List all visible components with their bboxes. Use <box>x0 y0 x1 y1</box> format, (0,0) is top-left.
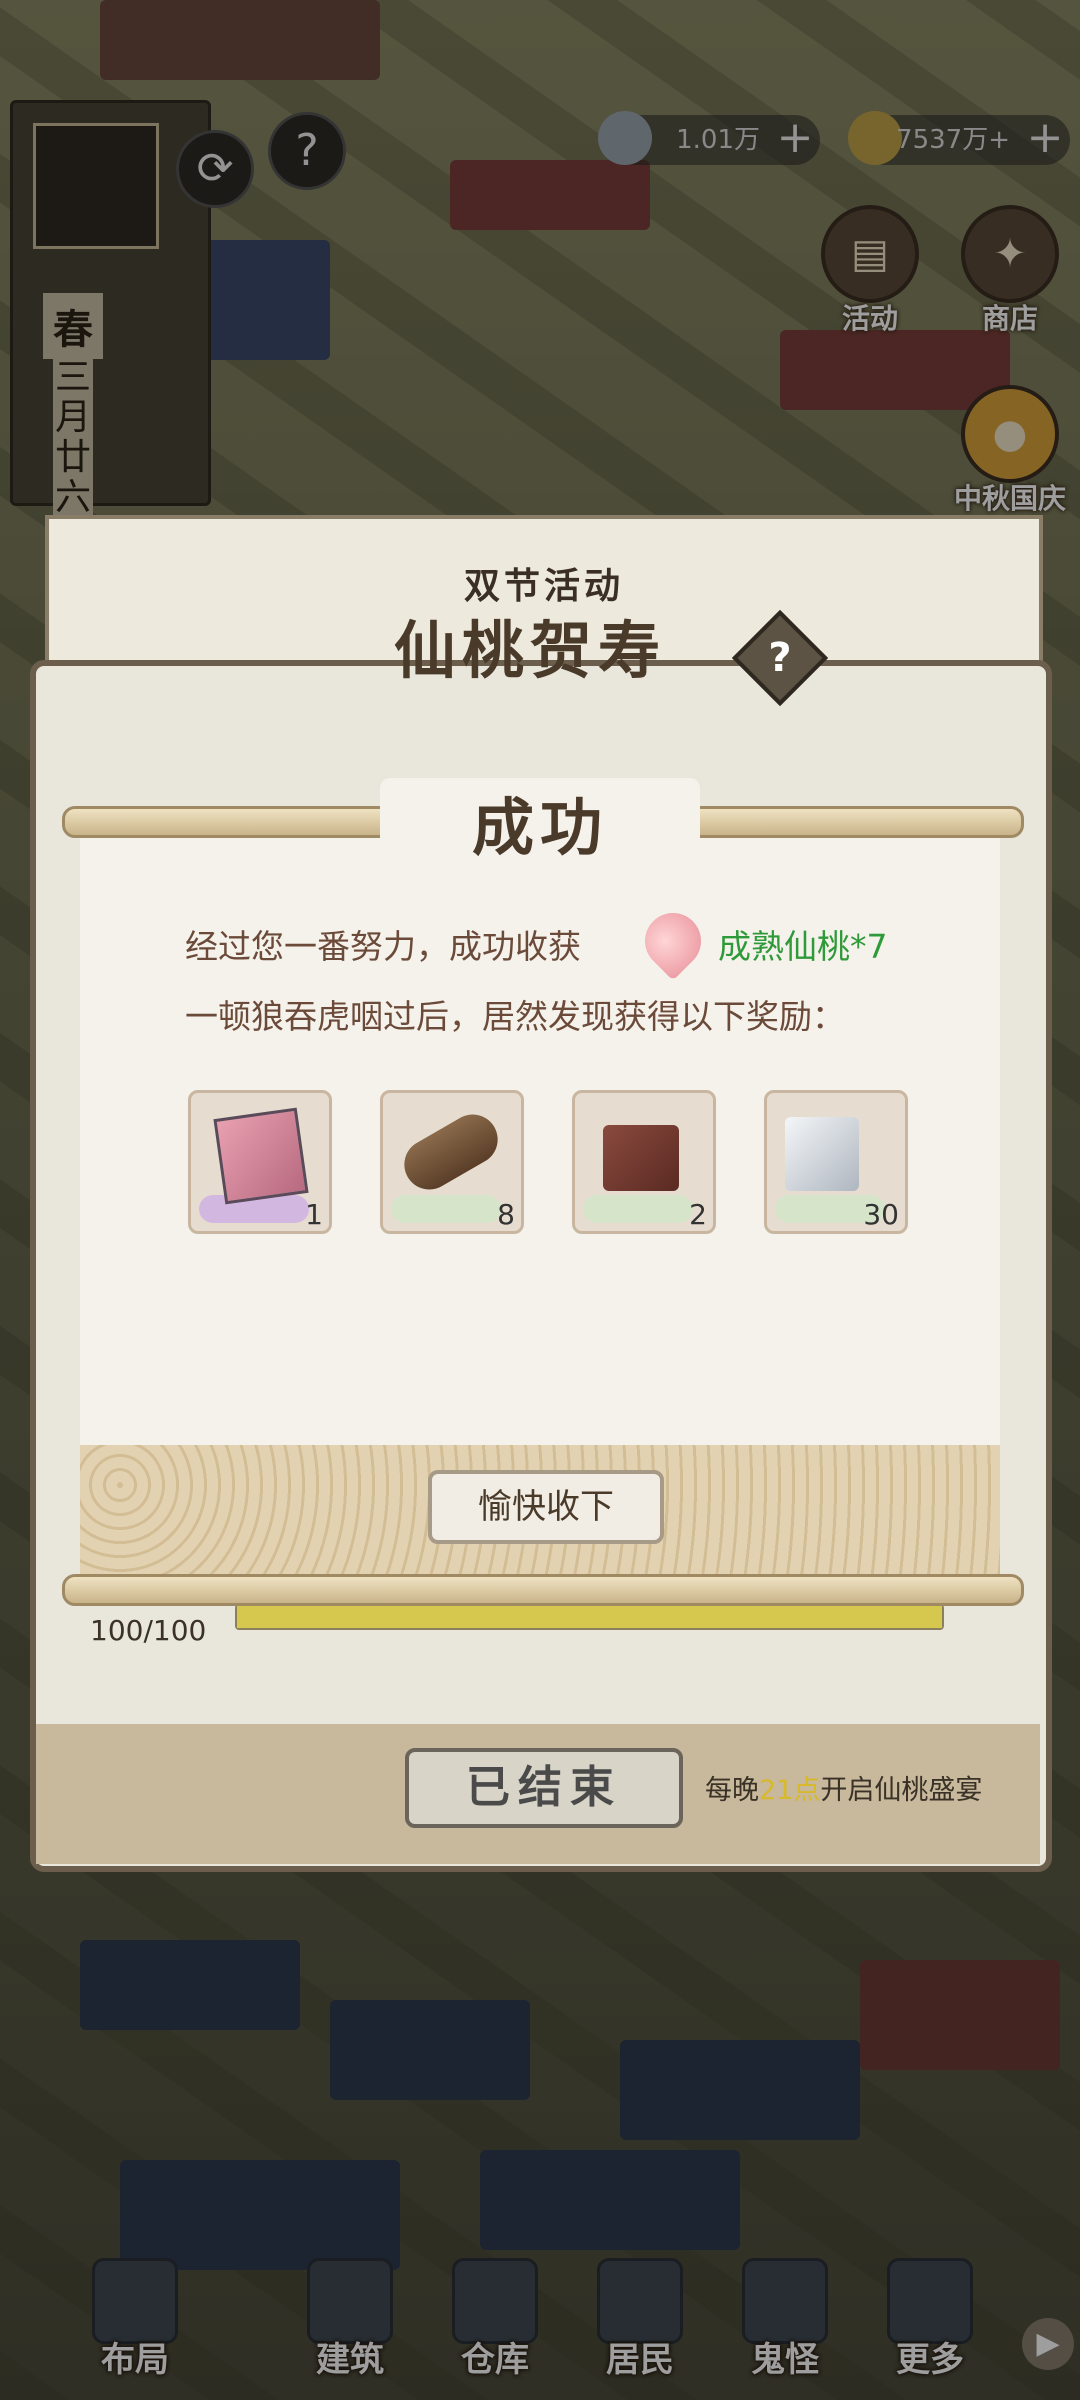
wood-log-icon <box>395 1105 507 1199</box>
scroll-rod-bottom <box>62 1574 1024 1606</box>
nightly-note: 每晚21点开启仙桃盛宴 <box>705 1768 982 1807</box>
reward-item-wood[interactable]: 8 <box>380 1090 524 1234</box>
success-line-1: 经过您一番努力，成功收获 <box>185 927 581 966</box>
reward-qty: 1 <box>305 1198 323 1231</box>
ended-button[interactable]: 已结束 <box>405 1748 683 1828</box>
harvested-fruit: 成熟仙桃*7 <box>718 927 888 966</box>
nightly-prefix: 每晚 <box>705 1775 759 1806</box>
reward-item-book[interactable]: 1 <box>188 1090 332 1234</box>
earth-block-icon <box>603 1125 679 1191</box>
reward-qty: 30 <box>863 1198 899 1231</box>
progress-text: 100/100 <box>90 1614 207 1647</box>
book-icon <box>213 1107 309 1205</box>
success-line-2: 一顿狼吞虎咽过后，居然发现获得以下奖励： <box>185 997 845 1036</box>
event-title: 仙桃贺寿 <box>393 614 666 687</box>
reward-qty: 2 <box>689 1198 707 1231</box>
question-icon: ? <box>768 635 792 681</box>
progress-fill <box>237 1606 942 1628</box>
nightly-suffix: 开启仙桃盛宴 <box>820 1775 983 1806</box>
reward-glow <box>583 1195 693 1223</box>
nightly-time: 21点 <box>759 1775 821 1806</box>
reward-item-earth[interactable]: 2 <box>572 1090 716 1234</box>
reward-qty: 8 <box>497 1198 515 1231</box>
reward-item-stone[interactable]: 30 <box>764 1090 908 1234</box>
accept-button[interactable]: 愉快收下 <box>428 1470 664 1544</box>
popup-title: 成功 <box>380 778 700 878</box>
stone-block-icon <box>785 1117 859 1191</box>
progress-bar <box>235 1604 944 1630</box>
reward-glow <box>391 1195 501 1223</box>
